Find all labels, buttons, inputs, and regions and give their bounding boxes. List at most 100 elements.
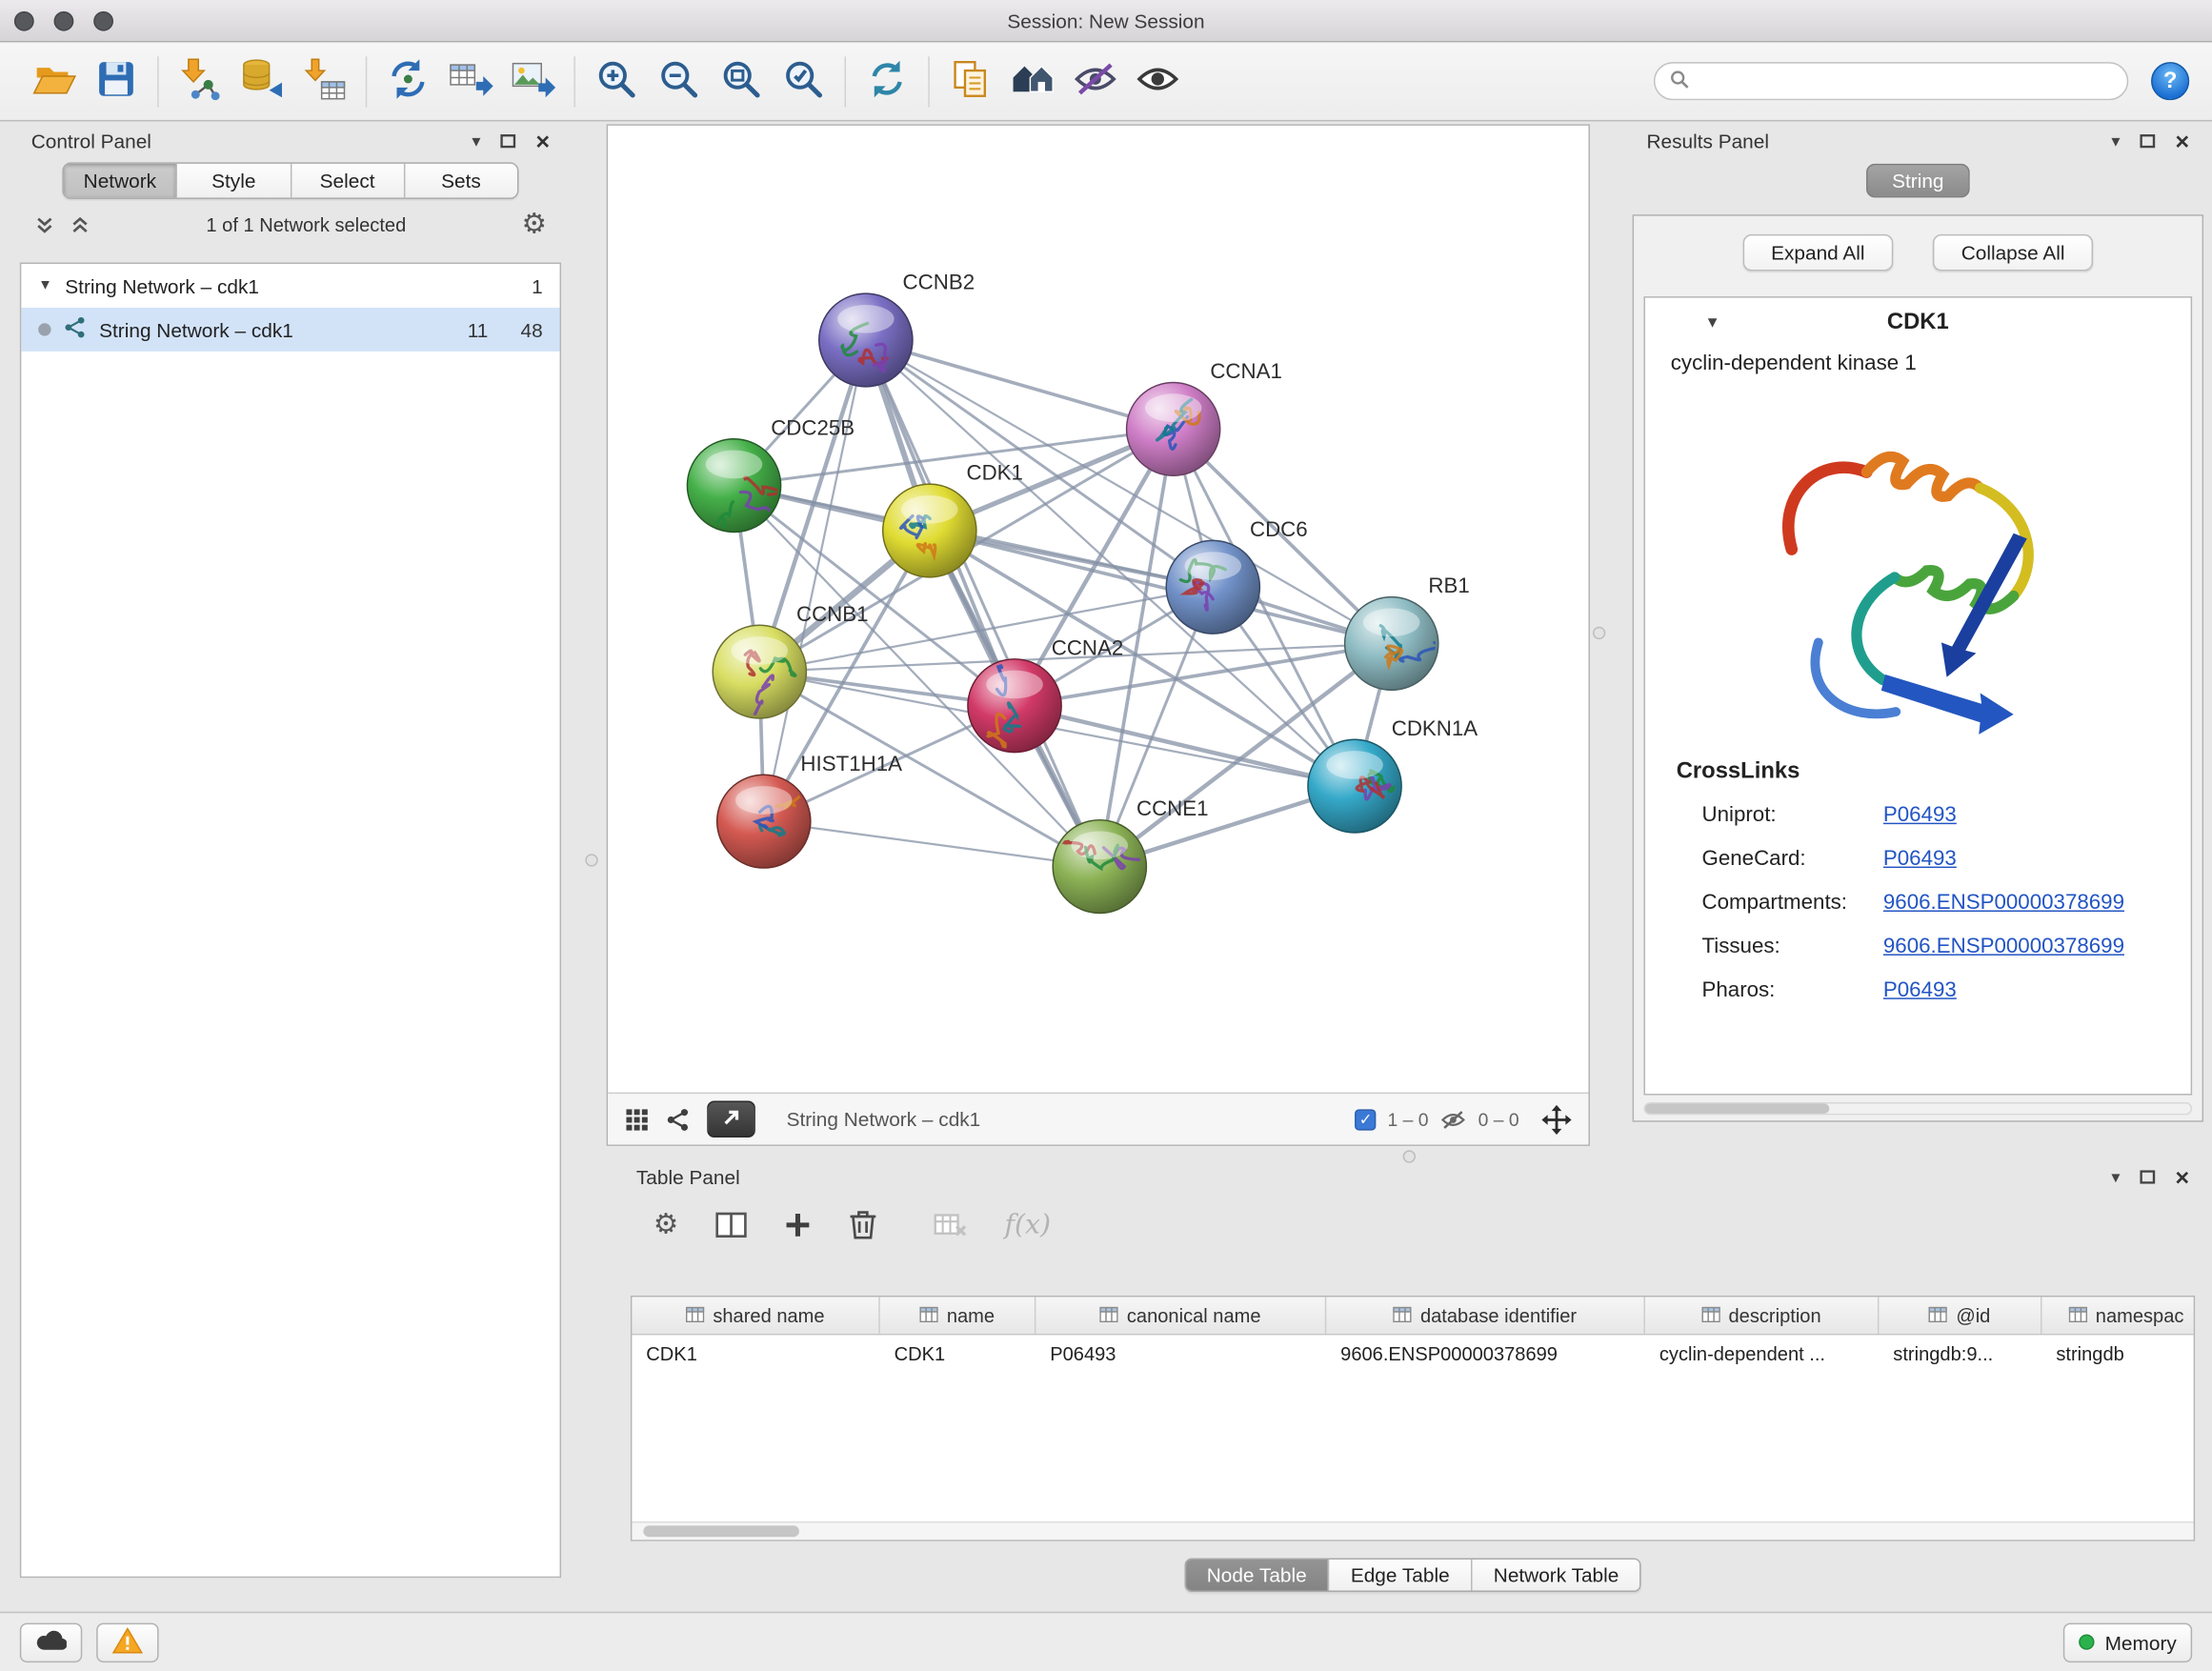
collapse-all-button[interactable]: Collapse All [1933, 234, 2093, 272]
grid-icon[interactable] [625, 1107, 649, 1131]
panel-menu-icon[interactable]: ▾ [2111, 1169, 2120, 1186]
copy-document-button[interactable] [939, 50, 1001, 112]
cloud-button[interactable] [20, 1622, 82, 1661]
zoom-selected-button[interactable] [773, 50, 835, 112]
collapse-all-networks-icon[interactable] [70, 213, 90, 234]
tab-edge-table[interactable]: Edge Table [1328, 1560, 1471, 1591]
horizontal-scrollbar-thumb[interactable] [1645, 1103, 1829, 1113]
panel-float-icon[interactable] [500, 134, 515, 149]
save-session-button[interactable] [85, 50, 147, 112]
panel-close-icon[interactable]: × [2175, 130, 2189, 153]
splitter-handle[interactable] [1593, 627, 1605, 639]
network-node-cdk1[interactable]: CDK1 [883, 461, 1023, 577]
network-node-ccnb2[interactable]: CCNB2 [819, 271, 975, 387]
open-session-button[interactable] [23, 50, 85, 112]
splitter-handle[interactable] [1403, 1150, 1416, 1162]
share-icon[interactable] [666, 1107, 690, 1131]
crosslink-link[interactable]: 9606.ENSP00000378699 [1883, 935, 2124, 958]
network-edge[interactable] [866, 340, 1174, 429]
zoom-fit-button[interactable] [710, 50, 772, 112]
column-header-description[interactable]: description [1645, 1297, 1879, 1334]
table-row[interactable]: CDK1CDK1P064939606.ENSP00000378699cyclin… [632, 1335, 2193, 1373]
add-column-icon[interactable] [783, 1211, 812, 1239]
export-image-button[interactable] [502, 50, 564, 112]
tab-network-table[interactable]: Network Table [1471, 1560, 1640, 1591]
horizontal-scrollbar-thumb[interactable] [643, 1525, 799, 1537]
refresh-button[interactable] [855, 50, 917, 112]
selected-checkbox[interactable]: ✓ [1355, 1109, 1376, 1130]
network-node-cdkn1a[interactable]: CDKN1A [1308, 716, 1478, 833]
export-table-button[interactable] [439, 50, 501, 112]
tab-network[interactable]: Network [64, 164, 176, 198]
panel-menu-icon[interactable]: ▾ [472, 132, 480, 150]
houses-button[interactable] [1002, 50, 1064, 112]
network-edge[interactable] [1015, 706, 1355, 786]
collapse-arrow-icon[interactable]: ▼ [38, 278, 52, 293]
save-session-icon [95, 58, 138, 105]
column-header-canonical-name[interactable]: canonical name [1036, 1297, 1326, 1334]
gear-icon[interactable]: ⚙ [521, 211, 547, 239]
search-input[interactable] [1699, 70, 2113, 91]
network-edge[interactable] [764, 821, 1100, 866]
hide-eye-button[interactable] [1064, 50, 1126, 112]
network-canvas[interactable]: CCNB2CCNA1CDC25BCDK1CDC6RB1CCNB1CCNA2CDK… [608, 126, 1588, 1093]
tab-style[interactable]: Style [176, 164, 290, 198]
show-eye-icon [1135, 58, 1180, 105]
zoom-window-button[interactable] [93, 11, 113, 31]
show-eye-button[interactable] [1127, 50, 1189, 112]
minimize-window-button[interactable] [54, 11, 74, 31]
import-table-button[interactable] [293, 50, 355, 112]
column-header-name[interactable]: name [880, 1297, 1036, 1334]
warning-button[interactable] [96, 1622, 158, 1661]
birdseye-icon[interactable] [1541, 1104, 1571, 1134]
delete-icon[interactable] [849, 1210, 877, 1241]
tab-select[interactable]: Select [290, 164, 403, 198]
collapse-arrow-icon[interactable]: ▼ [1704, 314, 1719, 332]
split-columns-icon[interactable] [715, 1211, 747, 1239]
new-network-button[interactable] [377, 50, 439, 112]
table-horizontal-scrollbar[interactable] [632, 1521, 2193, 1540]
expand-all-button[interactable]: Expand All [1742, 234, 1893, 272]
import-network-file-button[interactable] [169, 50, 231, 112]
column-header-shared-name[interactable]: shared name [632, 1297, 879, 1334]
network-collection-row[interactable]: ▼ String Network – cdk1 1 [21, 264, 559, 308]
crosslink-link[interactable]: 9606.ENSP00000378699 [1883, 891, 2124, 915]
splitter-handle[interactable] [585, 854, 597, 866]
crosslink-link[interactable]: P06493 [1883, 978, 1957, 1002]
memory-button[interactable]: Memory [2063, 1622, 2192, 1661]
import-network-database-button[interactable] [231, 50, 292, 112]
panel-close-icon[interactable]: × [2175, 1165, 2189, 1189]
network-edge[interactable] [866, 340, 1099, 867]
results-horizontal-scrollbar[interactable] [1644, 1102, 2193, 1115]
export-view-button[interactable] [707, 1100, 755, 1137]
tab-node-table[interactable]: Node Table [1185, 1560, 1328, 1591]
hidden-eye-icon[interactable] [1439, 1107, 1466, 1131]
tab-string[interactable]: String [1866, 164, 1969, 198]
zoom-out-button[interactable] [648, 50, 710, 112]
network-edge[interactable] [764, 340, 866, 821]
protein-section-header[interactable]: ▼ CDK1 [1645, 298, 2191, 349]
network-node-ccna1[interactable]: CCNA1 [1127, 359, 1282, 475]
panel-float-icon[interactable] [2140, 134, 2155, 149]
column-header-namespac[interactable]: namespac [2041, 1297, 2195, 1334]
close-window-button[interactable] [14, 11, 34, 31]
crosslink-link[interactable]: P06493 [1883, 803, 1957, 827]
network-node-hist1h1a[interactable]: HIST1H1A [717, 752, 902, 868]
panel-close-icon[interactable]: × [535, 130, 550, 153]
crosslink-link[interactable]: P06493 [1883, 847, 1957, 871]
panel-menu-icon[interactable]: ▾ [2111, 132, 2120, 150]
column-header-database-identifier[interactable]: database identifier [1326, 1297, 1645, 1334]
network-row[interactable]: String Network – cdk1 11 48 [21, 308, 559, 352]
gear-icon[interactable]: ⚙ [654, 1211, 679, 1239]
expand-all-networks-icon[interactable] [34, 213, 55, 234]
network-node-cdc25b[interactable]: CDC25B [687, 415, 855, 537]
network-view[interactable]: CCNB2CCNA1CDC25BCDK1CDC6RB1CCNB1CCNA2CDK… [607, 124, 1590, 1146]
network-node-ccnb1[interactable]: CCNB1 [713, 602, 868, 718]
help-button[interactable]: ? [2151, 62, 2189, 100]
network-node-rb1[interactable]: RB1 [1345, 574, 1470, 690]
zoom-in-button[interactable] [585, 50, 647, 112]
column-header--id[interactable]: @id [1879, 1297, 2041, 1334]
panel-float-icon[interactable] [2140, 1170, 2155, 1184]
tab-sets[interactable]: Sets [404, 164, 517, 198]
search-box[interactable] [1654, 62, 2128, 100]
